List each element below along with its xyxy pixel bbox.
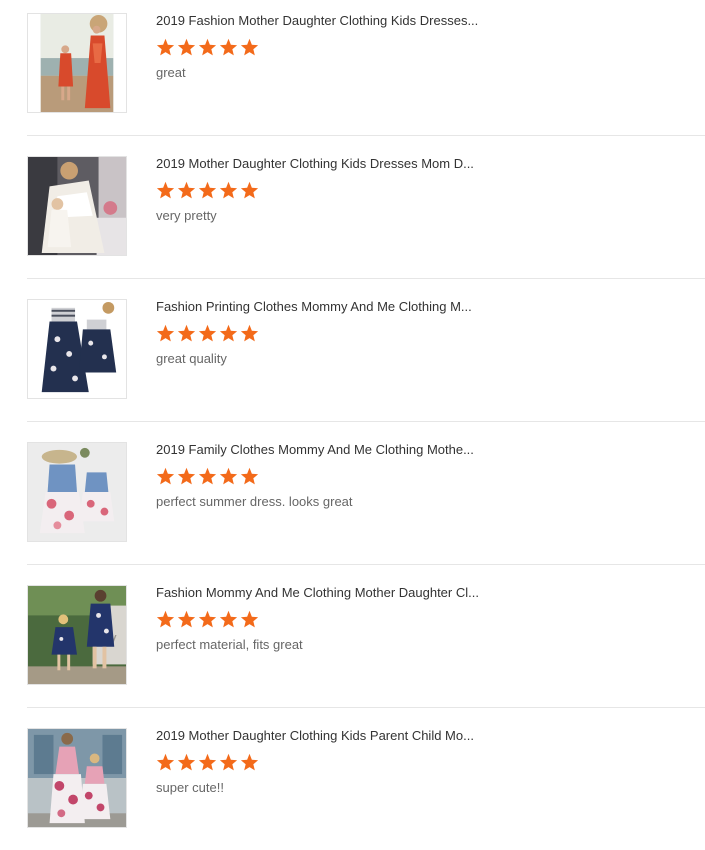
- review-comment: great quality: [156, 351, 227, 366]
- star-rating: [156, 467, 259, 485]
- product-thumbnail[interactable]: [27, 156, 127, 256]
- product-thumbnail[interactable]: [27, 442, 127, 542]
- divider: [27, 421, 705, 422]
- star-icon: [177, 753, 196, 771]
- star-rating: [156, 181, 259, 199]
- product-thumbnail[interactable]: [27, 728, 127, 828]
- denim-floral-dress-pair-photo-icon: [28, 443, 126, 541]
- divider: [27, 707, 705, 708]
- product-title[interactable]: 2019 Fashion Mother Daughter Clothing Ki…: [156, 13, 501, 29]
- mother-daughter-navy-dress-photo-icon: EV: [28, 586, 126, 684]
- star-icon: [219, 753, 238, 771]
- product-thumbnail[interactable]: [27, 299, 127, 399]
- review-comment: perfect material, fits great: [156, 637, 303, 652]
- mother-daughter-maxi-dress-photo-icon: [28, 729, 126, 827]
- star-icon: [219, 38, 238, 56]
- star-icon: [198, 753, 217, 771]
- star-icon: [219, 467, 238, 485]
- star-icon: [177, 610, 196, 628]
- navy-floral-dress-pair-photo-icon: [28, 300, 126, 398]
- product-thumbnail[interactable]: [27, 13, 127, 113]
- star-icon: [219, 610, 238, 628]
- mother-daughter-beach-photo-icon: [28, 14, 126, 112]
- star-icon: [156, 38, 175, 56]
- star-icon: [177, 467, 196, 485]
- product-thumbnail[interactable]: EV: [27, 585, 127, 685]
- star-icon: [219, 324, 238, 342]
- star-icon: [156, 753, 175, 771]
- white-lace-dress-photo-icon: [28, 157, 126, 255]
- star-icon: [240, 38, 259, 56]
- star-icon: [198, 38, 217, 56]
- star-icon: [177, 324, 196, 342]
- review-comment: perfect summer dress. looks great: [156, 494, 353, 509]
- star-rating: [156, 324, 259, 342]
- review-comment: very pretty: [156, 208, 217, 223]
- star-icon: [240, 324, 259, 342]
- star-icon: [240, 181, 259, 199]
- star-icon: [198, 324, 217, 342]
- star-icon: [198, 610, 217, 628]
- product-title[interactable]: Fashion Mommy And Me Clothing Mother Dau…: [156, 585, 501, 601]
- star-icon: [240, 610, 259, 628]
- star-rating: [156, 38, 259, 56]
- star-rating: [156, 610, 259, 628]
- star-icon: [198, 181, 217, 199]
- star-icon: [156, 467, 175, 485]
- star-rating: [156, 753, 259, 771]
- star-icon: [219, 181, 238, 199]
- review-comment: super cute!!: [156, 780, 224, 795]
- star-icon: [240, 753, 259, 771]
- product-title[interactable]: 2019 Mother Daughter Clothing Kids Dress…: [156, 156, 501, 172]
- star-icon: [156, 610, 175, 628]
- star-icon: [156, 324, 175, 342]
- review-list: 2019 Fashion Mother Daughter Clothing Ki…: [0, 0, 705, 850]
- product-title[interactable]: 2019 Family Clothes Mommy And Me Clothin…: [156, 442, 501, 458]
- divider: [27, 564, 705, 565]
- star-icon: [156, 181, 175, 199]
- divider: [27, 135, 705, 136]
- star-icon: [240, 467, 259, 485]
- review-item: 2019 Mother Daughter Clothing Kids Paren…: [27, 728, 705, 850]
- star-icon: [177, 38, 196, 56]
- divider: [27, 278, 705, 279]
- product-title[interactable]: Fashion Printing Clothes Mommy And Me Cl…: [156, 299, 501, 315]
- review-comment: great: [156, 65, 186, 80]
- star-icon: [177, 181, 196, 199]
- star-icon: [198, 467, 217, 485]
- product-title[interactable]: 2019 Mother Daughter Clothing Kids Paren…: [156, 728, 501, 744]
